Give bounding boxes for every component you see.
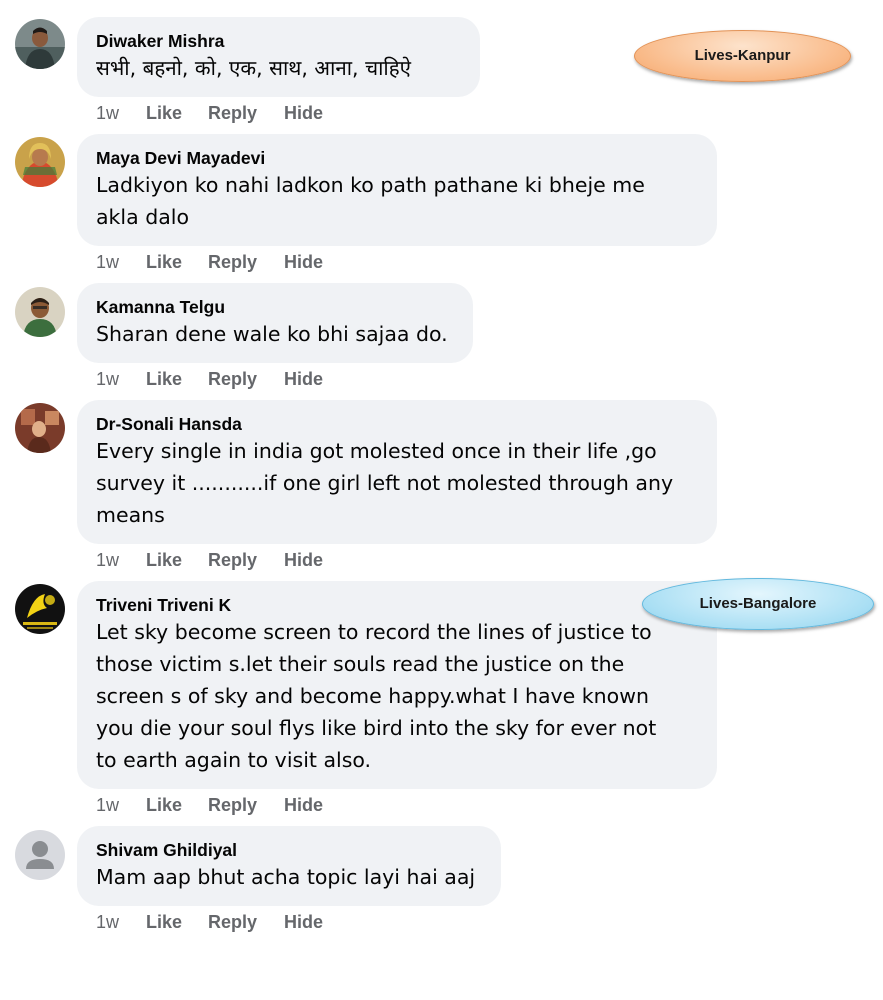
comment-line: Let sky become screen to record the line… — [96, 620, 652, 644]
comment-line: you die your soul flys like bird into th… — [96, 716, 657, 740]
timestamp[interactable]: 1w — [96, 369, 119, 390]
location-annotation-kanpur: Lives-Kanpur — [634, 30, 851, 82]
reply-button[interactable]: Reply — [208, 103, 257, 124]
reply-button[interactable]: Reply — [208, 912, 257, 933]
comment-author[interactable]: Diwaker Mishra — [96, 31, 460, 51]
comment-text: Mam aap bhut acha topic layi hai aaj — [96, 861, 481, 893]
comment-line: those victim s.let their souls read the … — [96, 652, 625, 676]
like-button[interactable]: Like — [146, 252, 182, 273]
hide-button[interactable]: Hide — [284, 550, 323, 571]
reply-button[interactable]: Reply — [208, 369, 257, 390]
comment-line: Mam aap bhut acha topic layi hai aaj — [96, 865, 476, 889]
hide-button[interactable]: Hide — [284, 912, 323, 933]
timestamp[interactable]: 1w — [96, 252, 119, 273]
comment-line: Every single in india got molested once … — [96, 439, 657, 463]
comment-text: सभी, बहनो, को, एक, साथ, आना, चाहिऐ — [96, 52, 460, 84]
location-annotation-bangalore: Lives-Bangalore — [642, 578, 874, 630]
reply-button[interactable]: Reply — [208, 795, 257, 816]
comment-bubble: Shivam Ghildiyal Mam aap bhut acha topic… — [77, 826, 501, 906]
comment-line: Ladkiyon ko nahi ladkon ko path pathane … — [96, 173, 645, 197]
like-button[interactable]: Like — [146, 369, 182, 390]
like-button[interactable]: Like — [146, 550, 182, 571]
comment-line: means — [96, 503, 165, 527]
comment-bubble: Dr-Sonali Hansda Every single in india g… — [77, 400, 717, 544]
hide-button[interactable]: Hide — [284, 252, 323, 273]
like-button[interactable]: Like — [146, 103, 182, 124]
comment-text: Every single in india got molested once … — [96, 435, 697, 531]
comment-line: akla dalo — [96, 205, 190, 229]
timestamp[interactable]: 1w — [96, 795, 119, 816]
timestamp[interactable]: 1w — [96, 912, 119, 933]
reply-button[interactable]: Reply — [208, 550, 257, 571]
timestamp[interactable]: 1w — [96, 550, 119, 571]
comment-author[interactable]: Triveni Triveni K — [96, 595, 697, 615]
hide-button[interactable]: Hide — [284, 103, 323, 124]
avatar[interactable] — [15, 287, 65, 337]
comment-text: Let sky become screen to record the line… — [96, 616, 697, 776]
comment-line: Sharan dene wale ko bhi sajaa do. — [96, 322, 448, 346]
comment-author[interactable]: Dr-Sonali Hansda — [96, 414, 697, 434]
comment-bubble: Maya Devi Mayadevi Ladkiyon ko nahi ladk… — [77, 134, 717, 246]
comment-author[interactable]: Maya Devi Mayadevi — [96, 148, 697, 168]
comment-line: सभी, बहनो, को, एक, साथ, आना, चाहिऐ — [96, 56, 411, 80]
comment-text: Ladkiyon ko nahi ladkon ko path pathane … — [96, 169, 697, 233]
hide-button[interactable]: Hide — [284, 369, 323, 390]
comment-line: screen s of sky and become happy.what I … — [96, 684, 649, 708]
avatar[interactable] — [15, 403, 65, 453]
reply-button[interactable]: Reply — [208, 252, 257, 273]
timestamp[interactable]: 1w — [96, 103, 119, 124]
avatar[interactable] — [15, 137, 65, 187]
avatar[interactable] — [15, 584, 65, 634]
avatar[interactable] — [15, 830, 65, 880]
hide-button[interactable]: Hide — [284, 795, 323, 816]
like-button[interactable]: Like — [146, 795, 182, 816]
comment-author[interactable]: Kamanna Telgu — [96, 297, 453, 317]
avatar[interactable] — [15, 19, 65, 69]
comment-author[interactable]: Shivam Ghildiyal — [96, 840, 481, 860]
comment-bubble: Diwaker Mishra सभी, बहनो, को, एक, साथ, आ… — [77, 17, 480, 97]
comment-line: survey it ...........if one girl left no… — [96, 471, 674, 495]
comment-line: to earth again to visit also. — [96, 748, 372, 772]
like-button[interactable]: Like — [146, 912, 182, 933]
comment-text: Sharan dene wale ko bhi sajaa do. — [96, 318, 453, 350]
comment-bubble: Triveni Triveni K Let sky become screen … — [77, 581, 717, 789]
comment-bubble: Kamanna Telgu Sharan dene wale ko bhi sa… — [77, 283, 473, 363]
